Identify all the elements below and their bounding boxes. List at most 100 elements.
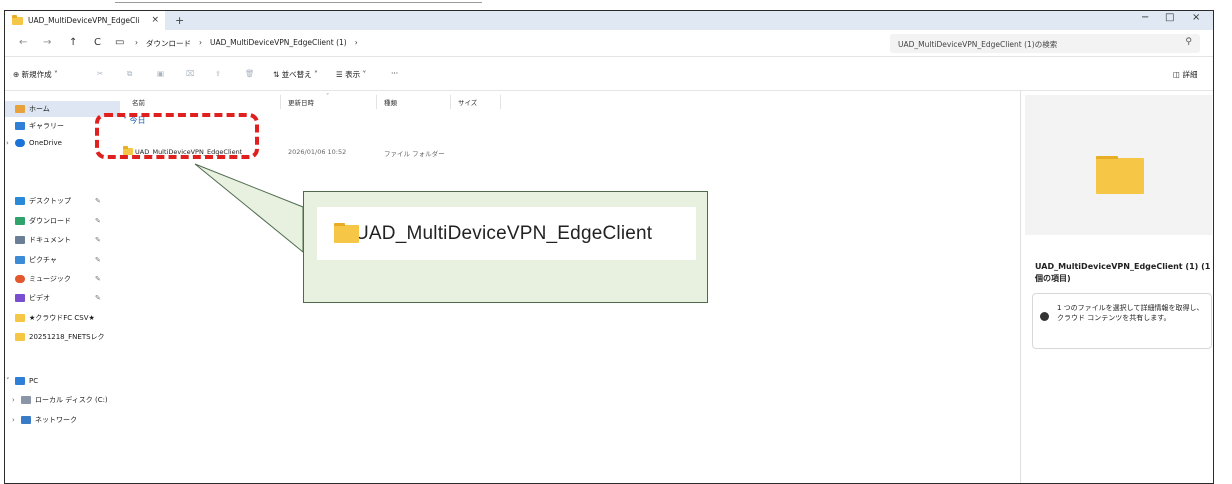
file-modified: 2026/01/06 10:52 <box>288 148 347 156</box>
pin-icon: ✎ <box>95 256 101 264</box>
column-divider[interactable] <box>376 95 377 109</box>
preview-area <box>1025 95 1212 235</box>
sidebar-item-folder-cloud-fc[interactable]: ★クラウドFC CSV★ <box>5 310 120 326</box>
file-type: ファイル フォルダー <box>384 150 445 158</box>
sidebar-item-label: ★クラウドFC CSV★ <box>29 314 95 322</box>
search-input[interactable]: UAD_MultiDeviceVPN_EdgeClient (1)の検索 ⚲ <box>890 34 1200 53</box>
new-button[interactable]: ⊕ 新規作成 ˅ <box>13 69 58 80</box>
info-box: 1 つのファイルを選択して詳細情報を取得し、クラウド コンテンツを共有します。 <box>1032 293 1212 349</box>
sidebar-item-label: PC <box>29 377 39 385</box>
folder-icon <box>334 223 359 243</box>
desktop-icon <box>15 197 25 205</box>
chevron-right-icon: › <box>199 38 202 47</box>
details-pane: UAD_MultiDeviceVPN_EdgeClient (1) (1 個の項… <box>1020 91 1213 483</box>
up-icon[interactable]: ↑ <box>69 37 77 48</box>
sidebar-item-label: ドキュメント <box>29 236 71 244</box>
copy-icon[interactable]: ⧉ <box>127 69 132 79</box>
sidebar-item-local-disk[interactable]: › ローカル ディスク (C:) <box>5 392 120 408</box>
tab-close-icon[interactable]: × <box>151 15 159 25</box>
column-header-name[interactable]: 名前 <box>132 97 145 107</box>
pin-icon: ✎ <box>95 275 101 283</box>
details-button[interactable]: ◫ 詳細 <box>1173 69 1197 80</box>
minimize-button[interactable]: − <box>1141 12 1149 23</box>
column-divider[interactable] <box>500 95 501 109</box>
sidebar-item-label: ミュージック <box>29 275 71 283</box>
sidebar-item-label: ホーム <box>29 105 50 113</box>
breadcrumb: › ダウンロード › UAD_MultiDeviceVPN_EdgeClient… <box>135 38 358 49</box>
sidebar-item-label: ピクチャ <box>29 256 57 264</box>
highlight-box <box>95 113 259 159</box>
rename-icon[interactable]: ⌧ <box>186 69 195 78</box>
column-header-size[interactable]: サイズ <box>458 97 477 107</box>
delete-icon[interactable]: 🗑 <box>245 69 255 78</box>
chevron-right-icon[interactable]: › <box>12 396 15 404</box>
column-header-type[interactable]: 種類 <box>384 97 397 107</box>
new-tab-button[interactable]: + <box>175 14 184 27</box>
sidebar-item-label: OneDrive <box>29 139 62 147</box>
share-icon[interactable]: ⇪ <box>215 69 221 78</box>
info-icon <box>1040 312 1049 321</box>
sidebar-item-music[interactable]: ミュージック ✎ <box>5 271 120 287</box>
sidebar-item-desktop[interactable]: デスクトップ ✎ <box>5 193 120 209</box>
picture-icon <box>15 256 25 264</box>
download-icon <box>15 217 25 225</box>
sidebar-item-documents[interactable]: ドキュメント ✎ <box>5 232 120 248</box>
column-divider[interactable] <box>280 95 281 109</box>
tab-active[interactable]: UAD_MultiDeviceVPN_EdgeCli × <box>5 11 165 30</box>
chevron-right-icon: › <box>135 38 138 47</box>
breadcrumb-current[interactable]: UAD_MultiDeviceVPN_EdgeClient (1) <box>210 38 347 49</box>
video-icon <box>15 294 25 302</box>
callout-inner: UAD_MultiDeviceVPN_EdgeClient <box>317 207 696 260</box>
new-label: 新規作成 <box>21 70 52 79</box>
refresh-icon[interactable]: C <box>94 37 101 48</box>
top-strip <box>115 0 482 3</box>
sidebar-item-folder-fnets[interactable]: 20251218_FNETSレク <box>5 329 120 345</box>
document-icon <box>15 236 25 244</box>
more-button[interactable]: ··· <box>391 69 398 78</box>
view-label: 表示 <box>345 70 361 79</box>
monitor-icon[interactable]: ▭ <box>115 37 124 48</box>
folder-icon <box>15 333 25 341</box>
sidebar-item-pictures[interactable]: ピクチャ ✎ <box>5 252 120 268</box>
cloud-icon <box>15 139 25 147</box>
pc-icon <box>15 377 25 385</box>
folder-icon <box>12 14 23 25</box>
sidebar-item-label: 20251218_FNETSレク <box>29 333 105 341</box>
chevron-right-icon[interactable]: › <box>12 416 15 424</box>
home-icon <box>15 105 25 113</box>
details-label: 詳細 <box>1182 70 1198 79</box>
info-text: 1 つのファイルを選択して詳細情報を取得し、クラウド コンテンツを共有します。 <box>1057 304 1204 322</box>
column-divider[interactable] <box>450 95 451 109</box>
sidebar-item-label: ローカル ディスク (C:) <box>35 396 108 404</box>
back-icon[interactable]: ← <box>19 37 27 48</box>
cut-icon[interactable]: ✂ <box>97 69 103 78</box>
folder-large-icon <box>1096 156 1144 194</box>
gallery-icon <box>15 122 25 130</box>
sidebar-item-network[interactable]: › ネットワーク <box>5 412 120 428</box>
maximize-button[interactable]: □ <box>1165 12 1174 23</box>
sidebar-item-label: ダウンロード <box>29 217 71 225</box>
paste-icon[interactable]: ▣ <box>157 69 164 78</box>
tab-title: UAD_MultiDeviceVPN_EdgeCli <box>28 16 140 25</box>
close-button[interactable]: × <box>1192 12 1200 23</box>
sidebar-item-label: デスクトップ <box>29 197 71 205</box>
pin-icon: ✎ <box>95 294 101 302</box>
forward-icon[interactable]: → <box>43 37 51 48</box>
chevron-right-icon[interactable]: › <box>355 38 358 49</box>
command-bar: ⊕ 新規作成 ˅ ✂ ⧉ ▣ ⌧ ⇪ 🗑 ⇅ 並べ替え ˅ ☰ 表示 ˅ ···… <box>5 57 1213 91</box>
sidebar-item-pc[interactable]: ˅ PC <box>5 373 120 389</box>
sort-button[interactable]: ⇅ 並べ替え ˅ <box>273 69 318 80</box>
network-icon <box>21 416 31 424</box>
sidebar-item-videos[interactable]: ビデオ ✎ <box>5 290 120 306</box>
chevron-right-icon[interactable]: › <box>6 139 9 147</box>
breadcrumb-downloads[interactable]: ダウンロード <box>146 38 191 49</box>
chevron-down-icon[interactable]: ˅ <box>6 377 10 385</box>
sidebar-item-downloads[interactable]: ダウンロード ✎ <box>5 213 120 229</box>
search-icon: ⚲ <box>1185 37 1192 47</box>
column-header-modified[interactable]: 更新日時 <box>288 97 314 107</box>
view-button[interactable]: ☰ 表示 ˅ <box>336 69 366 80</box>
callout-folder-name: UAD_MultiDeviceVPN_EdgeClient <box>355 222 653 244</box>
details-title: UAD_MultiDeviceVPN_EdgeClient (1) (1 個の項… <box>1035 262 1211 283</box>
sort-indicator-icon: ˅ <box>326 92 330 100</box>
search-placeholder: UAD_MultiDeviceVPN_EdgeClient (1)の検索 <box>898 40 1058 49</box>
